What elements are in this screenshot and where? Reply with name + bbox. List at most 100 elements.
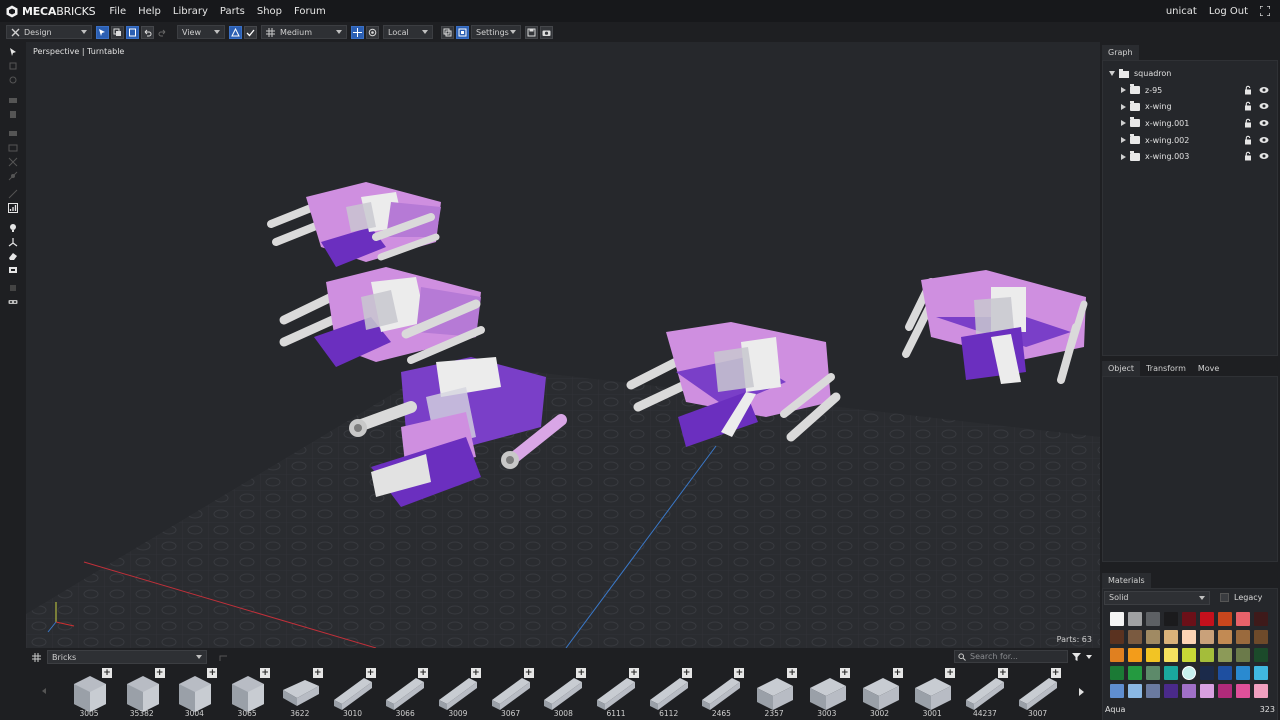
check-button[interactable] [244, 25, 257, 39]
add-part-button[interactable]: + [629, 668, 639, 678]
add-part-button[interactable]: + [576, 668, 587, 678]
add-part-button[interactable]: + [945, 668, 956, 678]
menu-help[interactable]: Help [138, 6, 161, 17]
settings-select[interactable]: Settings [471, 25, 521, 39]
scroll-left-icon[interactable] [42, 688, 46, 694]
menu-file[interactable]: File [109, 6, 126, 17]
logout-link[interactable]: Log Out [1209, 6, 1248, 17]
add-part-button[interactable]: + [997, 668, 1008, 678]
lock-icon[interactable] [1243, 151, 1253, 161]
add-part-button[interactable]: + [839, 668, 850, 678]
color-swatch[interactable] [1110, 612, 1124, 626]
add-part-button[interactable]: + [892, 668, 903, 678]
tool-flex[interactable] [7, 156, 19, 168]
part-tile[interactable]: +3003 [802, 668, 852, 718]
transform-button[interactable] [351, 25, 364, 39]
view-select[interactable]: View [177, 25, 225, 39]
color-swatch[interactable] [1110, 666, 1124, 680]
material-type-select[interactable]: Solid [1104, 590, 1210, 605]
part-tile[interactable]: +3065 [222, 668, 272, 718]
parts-category-select[interactable]: Bricks [47, 650, 207, 664]
pivot-button[interactable] [366, 25, 379, 39]
color-swatch[interactable] [1146, 666, 1160, 680]
part-tile[interactable]: +44237 [960, 668, 1010, 718]
expand-icon[interactable] [1121, 87, 1126, 94]
tab-materials[interactable]: Materials [1102, 573, 1151, 588]
add-part-button[interactable]: + [312, 668, 323, 678]
undo-button[interactable] [141, 25, 154, 39]
tool-stats[interactable] [7, 202, 19, 214]
color-swatch[interactable] [1218, 648, 1232, 662]
part-tile[interactable]: +3004 [169, 668, 219, 718]
eye-icon[interactable] [1259, 135, 1269, 145]
tree-item[interactable]: x-wing.001 [1103, 115, 1277, 132]
color-swatch[interactable] [1110, 648, 1124, 662]
color-swatch[interactable] [1146, 684, 1160, 698]
color-swatch[interactable] [1128, 666, 1142, 680]
add-part-button[interactable]: + [734, 668, 745, 678]
color-swatch[interactable] [1200, 630, 1214, 644]
add-part-button[interactable]: + [260, 668, 271, 678]
ship-x-wing-001[interactable] [279, 267, 485, 367]
scroll-right-icon[interactable] [1079, 688, 1084, 696]
color-swatch[interactable] [1146, 630, 1160, 644]
add-part-button[interactable]: + [418, 668, 429, 678]
color-swatch[interactable] [1200, 612, 1214, 626]
fullscreen-icon[interactable] [1260, 6, 1270, 16]
tool-light[interactable] [7, 222, 19, 234]
expand-icon[interactable] [1121, 103, 1126, 110]
space-select[interactable]: Local [383, 25, 433, 39]
tool-connect[interactable] [7, 170, 19, 182]
part-tile[interactable]: +6111 [591, 668, 641, 718]
duplicate-view-button[interactable] [441, 25, 454, 39]
lock-icon[interactable] [1243, 85, 1253, 95]
color-swatch[interactable] [1110, 630, 1124, 644]
tool-axes[interactable] [7, 236, 19, 248]
color-swatch[interactable] [1236, 630, 1250, 644]
tree-item[interactable]: z-95 [1103, 82, 1277, 99]
tab-object[interactable]: Object [1102, 361, 1141, 376]
screenshot-button[interactable] [540, 25, 553, 39]
grid-snap-button[interactable] [229, 25, 242, 39]
tool-vr[interactable] [7, 296, 19, 308]
add-part-button[interactable]: + [681, 668, 692, 678]
scene-canvas[interactable] [26, 42, 1100, 648]
quality-select[interactable]: Medium [261, 25, 347, 39]
tab-move[interactable]: Move [1192, 361, 1225, 376]
color-swatch[interactable] [1164, 648, 1178, 662]
color-swatch[interactable] [1200, 648, 1214, 662]
save-button[interactable] [525, 25, 538, 39]
color-swatch[interactable] [1182, 648, 1196, 662]
part-tile[interactable]: +2357 [749, 668, 799, 718]
color-swatch[interactable] [1218, 684, 1232, 698]
color-swatch[interactable] [1254, 666, 1268, 680]
color-swatch[interactable] [1218, 666, 1232, 680]
tab-transform[interactable]: Transform [1140, 361, 1192, 376]
color-swatch[interactable] [1200, 684, 1214, 698]
tool-select[interactable] [7, 46, 19, 58]
3d-viewport[interactable]: Perspective | Turntable Parts: 63 [26, 42, 1100, 648]
part-tile[interactable]: +3001 [907, 668, 957, 718]
mecabricks-logo[interactable]: MECABRICKS [6, 5, 96, 18]
lock-icon[interactable] [1243, 118, 1253, 128]
layers-button[interactable] [456, 25, 469, 39]
part-tile[interactable]: +3067 [486, 668, 536, 718]
color-swatch[interactable] [1236, 612, 1250, 626]
expand-icon[interactable] [1121, 153, 1126, 160]
menu-shop[interactable]: Shop [257, 6, 282, 17]
color-swatch[interactable] [1254, 630, 1268, 644]
tree-item[interactable]: x-wing.003 [1103, 148, 1277, 165]
menu-forum[interactable]: Forum [294, 6, 326, 17]
part-tile[interactable]: +3002 [855, 668, 905, 718]
menu-parts[interactable]: Parts [220, 6, 245, 17]
tree-root[interactable]: squadron [1103, 65, 1277, 82]
part-tile[interactable]: +2465 [696, 668, 746, 718]
menu-library[interactable]: Library [173, 6, 208, 17]
parts-search-input[interactable]: Search for... [954, 650, 1068, 663]
add-part-button[interactable]: + [207, 668, 218, 678]
color-swatch[interactable] [1164, 684, 1178, 698]
ship-x-wing[interactable] [267, 182, 441, 267]
color-swatch[interactable] [1236, 684, 1250, 698]
add-part-button[interactable]: + [102, 668, 112, 678]
add-part-button[interactable]: + [523, 668, 534, 678]
